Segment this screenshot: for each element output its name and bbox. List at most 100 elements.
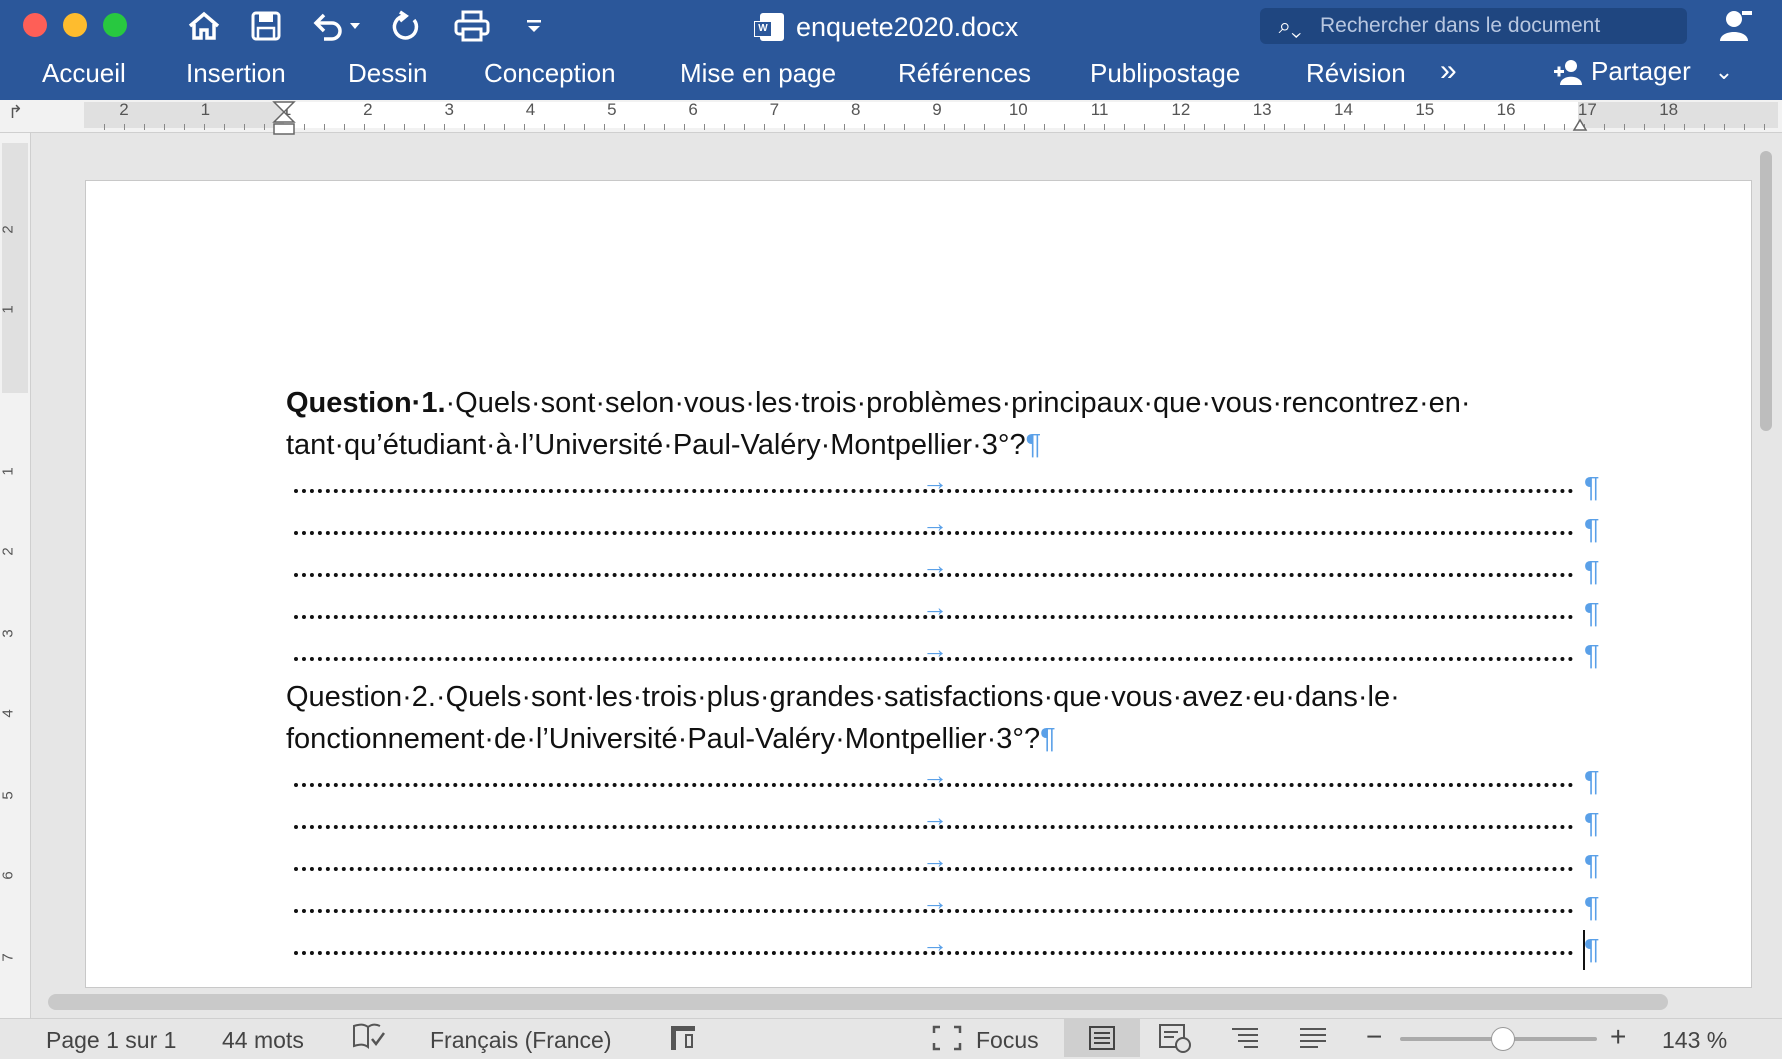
document-title-text: enquete2020.docx [796, 11, 1019, 42]
tab-references[interactable]: Références [898, 58, 1031, 89]
tab-insertion[interactable]: Insertion [186, 58, 286, 89]
proofing-icon[interactable] [352, 1023, 386, 1057]
language-indicator[interactable]: Français (France) [430, 1027, 611, 1054]
tab-conception[interactable]: Conception [484, 58, 616, 89]
question-2-line-2[interactable]: fonctionnement·de·l’Université·Paul-Valé… [286, 718, 1056, 760]
ruler-tick [1244, 124, 1245, 130]
horizontal-scrollbar[interactable] [48, 994, 1668, 1010]
answer-line[interactable]: → ¶ [294, 466, 1600, 512]
vruler-label: 3 [0, 629, 17, 638]
ruler-label: 2 [363, 100, 373, 119]
word-count[interactable]: 44 mots [222, 1027, 304, 1054]
question-2-text-1: Question·2.·Quels·sont·les·trois·plus·gr… [286, 681, 1400, 713]
answer-line[interactable]: → ¶ [294, 508, 1600, 554]
outline-view-icon[interactable] [1230, 1025, 1260, 1057]
right-indent-marker-icon[interactable] [1572, 110, 1588, 132]
ruler-tick [404, 124, 405, 130]
answer-line[interactable]: → ¶ [294, 592, 1600, 638]
vruler-top-margin [2, 143, 28, 393]
answer-line[interactable]: → ¶ [294, 760, 1600, 806]
vruler-label: 2 [0, 547, 17, 556]
ruler-tick [344, 124, 345, 130]
answer-line[interactable]: → ¶ [294, 928, 1600, 974]
zoom-out-button[interactable]: − [1366, 1021, 1382, 1053]
page-count[interactable]: Page 1 sur 1 [46, 1027, 176, 1054]
question-1-line-1[interactable]: Question·1.·Quels·sont·selon·vous·les·tr… [286, 382, 1471, 424]
focus-icon[interactable] [932, 1025, 962, 1057]
zoom-window-button[interactable] [103, 13, 127, 37]
answer-line[interactable]: → ¶ [294, 634, 1600, 680]
ruler-tick [1324, 124, 1325, 130]
indent-marker-icon[interactable] [272, 100, 296, 140]
ruler-tick [1164, 124, 1165, 130]
question-2-line-1[interactable]: Question·2.·Quels·sont·les·trois·plus·gr… [286, 676, 1400, 718]
more-tabs-chevron-icon[interactable]: » [1440, 54, 1457, 88]
minimize-window-button[interactable] [63, 13, 87, 37]
ruler-tick [244, 124, 245, 130]
vertical-ruler[interactable]: 2 1 1 2 3 4 5 6 7 [0, 133, 31, 1019]
ruler-label: 4 [525, 100, 536, 119]
ruler-tick [1624, 124, 1625, 130]
draft-view-icon[interactable] [1298, 1025, 1328, 1057]
ruler-tick [784, 124, 785, 130]
ruler-label: 10 [1008, 100, 1028, 119]
answer-line[interactable]: → ¶ [294, 844, 1600, 890]
answer-line[interactable]: → ¶ [294, 802, 1600, 848]
ruler-tick [424, 124, 425, 130]
customize-toolbar-icon[interactable] [522, 8, 546, 44]
ruler-tick [1664, 124, 1665, 130]
ruler-tick [1504, 124, 1505, 130]
ruler-tick [724, 124, 725, 130]
ruler-tick [1684, 124, 1685, 130]
horizontal-ruler[interactable]: ↱ 21123456789101112131415161718 [0, 100, 1782, 135]
ruler-tick [824, 124, 825, 130]
zoom-in-button[interactable]: + [1610, 1021, 1626, 1053]
print-layout-view-button[interactable] [1064, 1019, 1140, 1057]
focus-button[interactable]: Focus [976, 1027, 1039, 1054]
tab-arrow-icon: → [922, 928, 948, 958]
ruler-label: 3 [444, 100, 454, 119]
share-chevron-down-icon[interactable]: ⌄ [1715, 59, 1733, 85]
redo-icon[interactable] [388, 8, 424, 44]
zoom-level[interactable]: 143 % [1662, 1027, 1727, 1054]
zoom-slider-knob[interactable] [1491, 1027, 1516, 1051]
tab-stop-selector-icon[interactable]: ↱ [8, 102, 23, 123]
ruler-tick [464, 124, 465, 130]
home-icon[interactable] [184, 8, 224, 44]
question-1-line-2[interactable]: tant·qu’étudiant·à·l’Université·Paul-Val… [286, 424, 1041, 466]
answer-line[interactable]: → ¶ [294, 886, 1600, 932]
ruler-tick [1344, 124, 1345, 130]
tab-arrow-icon: → [922, 634, 948, 664]
ruler-label: 8 [850, 100, 861, 119]
vruler-label: 1 [0, 467, 17, 476]
search-placeholder: Rechercher dans le document [1320, 14, 1601, 37]
vertical-scrollbar[interactable] [1760, 146, 1774, 986]
pilcrow-mark: ¶ [1584, 640, 1600, 672]
ruler-tick [844, 124, 845, 130]
print-icon[interactable] [452, 8, 492, 44]
ruler-tick [364, 124, 365, 130]
search-field[interactable]: ⌕⌄ Rechercher dans le document [1260, 8, 1687, 44]
zoom-slider[interactable] [1400, 1027, 1597, 1051]
tab-dessin[interactable]: Dessin [348, 58, 427, 89]
tab-publipostage[interactable]: Publipostage [1090, 58, 1240, 89]
vertical-scroll-thumb[interactable] [1760, 151, 1772, 431]
close-window-button[interactable] [23, 13, 47, 37]
ruler-label: 7 [769, 100, 780, 119]
add-person-icon [1554, 59, 1582, 85]
tab-mise-en-page[interactable]: Mise en page [680, 58, 836, 89]
ruler-tick [484, 124, 485, 130]
save-icon[interactable] [248, 8, 284, 44]
account-icon[interactable] [1716, 8, 1756, 44]
tab-arrow-icon: → [922, 802, 948, 832]
undo-icon[interactable] [308, 8, 364, 44]
tab-accueil[interactable]: Accueil [42, 58, 126, 89]
accessibility-icon[interactable] [668, 1023, 698, 1059]
answer-line[interactable]: → ¶ [294, 550, 1600, 596]
web-layout-icon[interactable] [1158, 1023, 1192, 1059]
share-button[interactable]: Partager ⌄ [1553, 56, 1733, 87]
tab-revision[interactable]: Révision [1306, 58, 1406, 89]
ruler-tick [1524, 124, 1525, 130]
vruler-label: 7 [0, 953, 17, 962]
ruler-tick [1384, 124, 1385, 130]
